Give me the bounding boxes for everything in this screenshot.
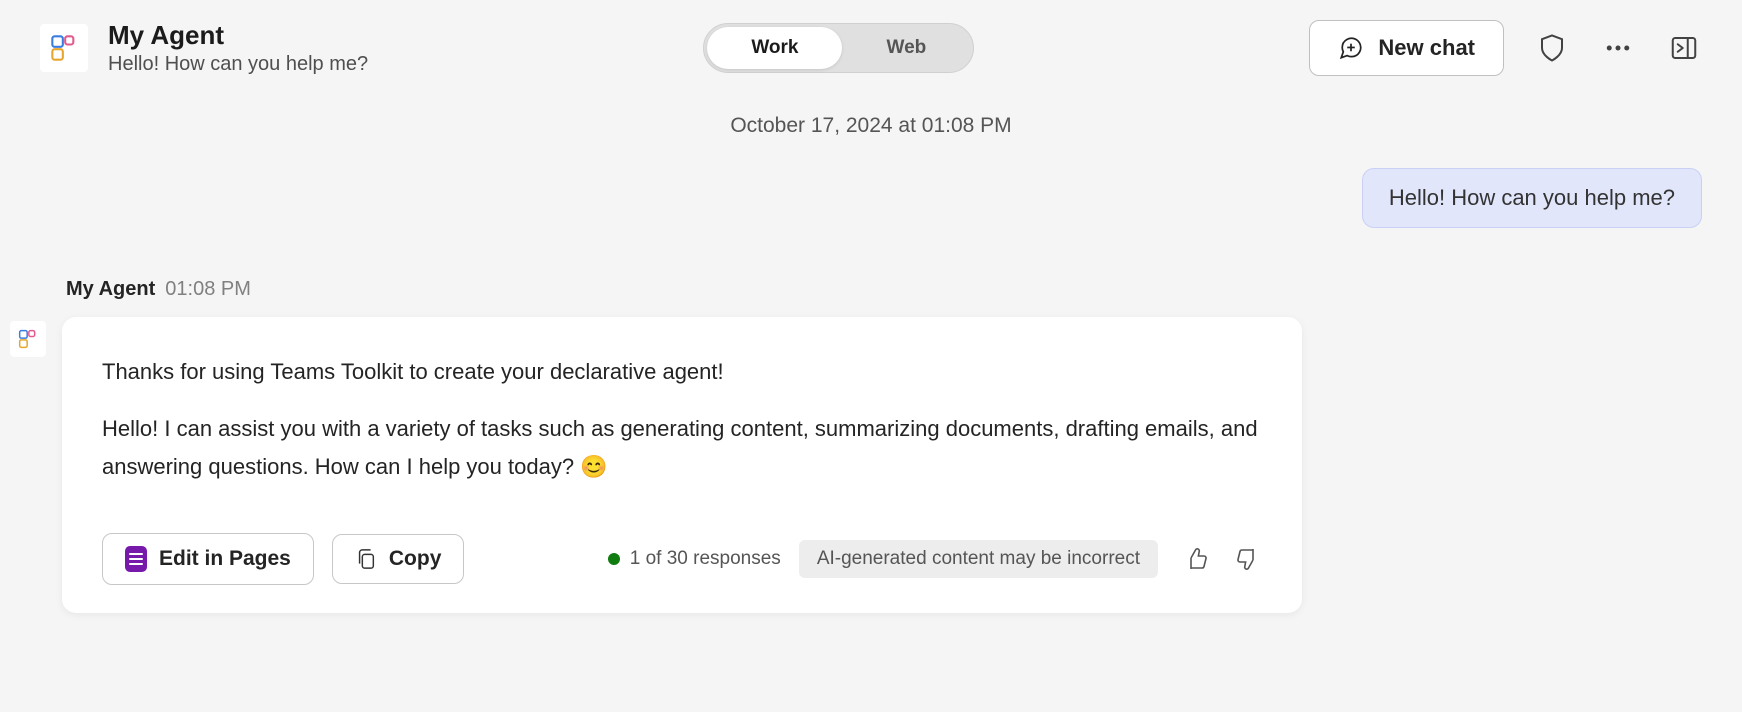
user-message: Hello! How can you help me? (1362, 168, 1702, 228)
edit-in-pages-button[interactable]: Edit in Pages (102, 533, 314, 585)
scope-work[interactable]: Work (707, 27, 842, 69)
conversation-timestamp: October 17, 2024 at 01:08 PM (0, 86, 1742, 158)
agent-reply-avatar (10, 321, 46, 357)
scope-web[interactable]: Web (842, 27, 970, 69)
new-chat-button[interactable]: New chat (1309, 20, 1504, 76)
thumbs-up-icon (1184, 547, 1208, 571)
agent-reply-meta: My Agent 01:08 PM (0, 258, 1742, 307)
agent-reply-time: 01:08 PM (165, 278, 251, 301)
shield-button[interactable] (1534, 30, 1570, 66)
copy-label: Copy (389, 547, 442, 571)
response-counter: 1 of 30 responses (608, 548, 781, 570)
reply-footer: Edit in Pages Copy 1 of 30 responses AI-… (102, 533, 1262, 585)
agent-logo (40, 24, 88, 72)
agent-reply-sender: My Agent (66, 278, 155, 301)
edit-in-pages-label: Edit in Pages (159, 547, 291, 571)
agent-reply-card: Thanks for using Teams Toolkit to create… (62, 317, 1302, 613)
agent-reply-row: Thanks for using Teams Toolkit to create… (0, 307, 1742, 613)
pages-icon (125, 546, 147, 572)
more-button[interactable] (1600, 30, 1636, 66)
shield-icon (1537, 33, 1567, 63)
agent-subtitle: Hello! How can you help me? (108, 53, 368, 76)
copy-button[interactable]: Copy (332, 534, 465, 584)
new-chat-icon (1338, 35, 1364, 61)
copy-icon (355, 547, 377, 571)
reply-paragraph-2: Hello! I can assist you with a variety o… (102, 410, 1262, 485)
ai-disclaimer: AI-generated content may be incorrect (799, 540, 1158, 578)
thumbs-down-icon (1236, 547, 1260, 571)
new-chat-label: New chat (1378, 35, 1475, 61)
more-horizontal-icon (1603, 33, 1633, 63)
agent-title-block: My Agent Hello! How can you help me? (108, 20, 368, 76)
scope-toggle: Work Web (703, 23, 974, 73)
agent-reply-text: Thanks for using Teams Toolkit to create… (102, 353, 1262, 485)
agent-logo-icon (50, 34, 78, 62)
header-actions: New chat (1309, 20, 1702, 76)
header-bar: My Agent Hello! How can you help me? Wor… (0, 0, 1742, 86)
reply-paragraph-1: Thanks for using Teams Toolkit to create… (102, 353, 1262, 390)
thumbs-down-button[interactable] (1234, 545, 1262, 573)
response-counter-text: 1 of 30 responses (630, 548, 781, 570)
status-dot-icon (608, 553, 620, 565)
agent-name: My Agent (108, 20, 368, 51)
agent-avatar-icon (18, 329, 38, 349)
user-message-row: Hello! How can you help me? (0, 158, 1742, 258)
panel-button[interactable] (1666, 30, 1702, 66)
panel-open-icon (1669, 33, 1699, 63)
thumbs-up-button[interactable] (1182, 545, 1210, 573)
